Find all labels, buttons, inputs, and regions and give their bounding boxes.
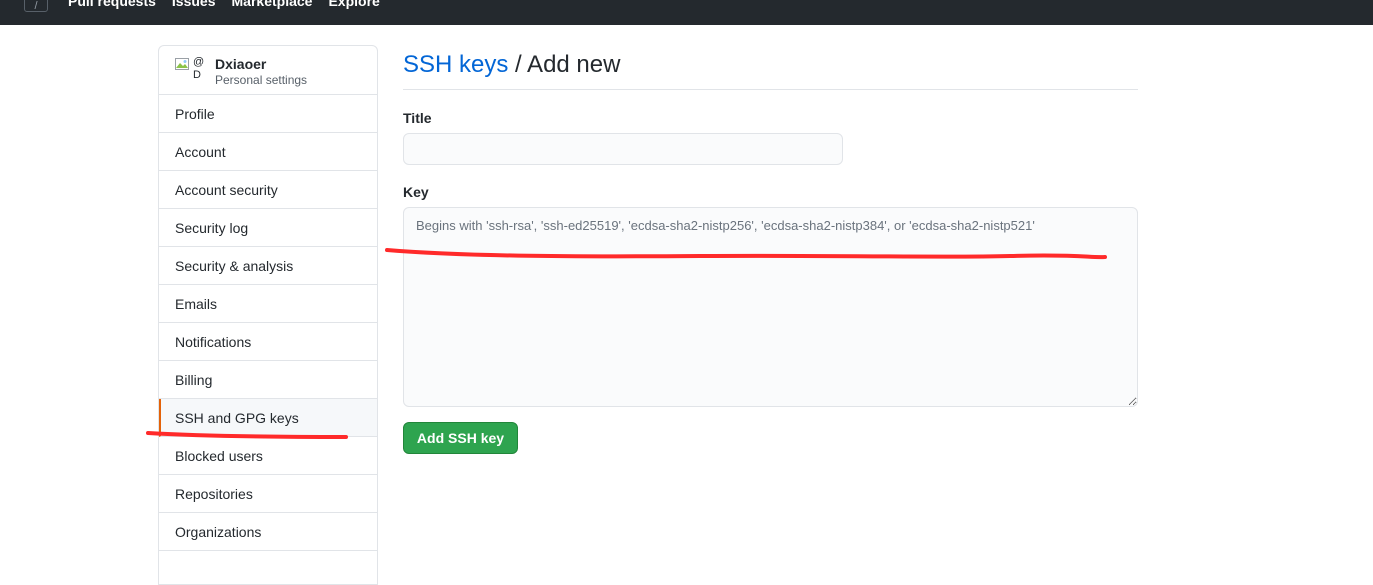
sidebar-item-blocked-users[interactable]: Blocked users xyxy=(159,437,377,475)
nav-explore[interactable]: Explore xyxy=(328,0,379,9)
title-input[interactable] xyxy=(403,133,843,165)
avatar-alt-text-line1: @ xyxy=(193,56,205,68)
user-header: @ D Dxiaoer Personal settings xyxy=(159,46,377,95)
broken-image-icon xyxy=(175,58,189,70)
key-textarea[interactable] xyxy=(403,207,1138,407)
breadcrumb-ssh-keys-link[interactable]: SSH keys xyxy=(403,51,508,78)
add-ssh-key-button[interactable]: Add SSH key xyxy=(403,422,518,454)
user-name[interactable]: Dxiaoer xyxy=(215,56,266,72)
avatar-alt-text-line2: D xyxy=(193,69,201,81)
nav-issues[interactable]: Issues xyxy=(172,0,216,9)
breadcrumb-current: / Add new xyxy=(508,51,621,78)
sidebar-item-security-log[interactable]: Security log xyxy=(159,209,377,247)
settings-sidebar: @ D Dxiaoer Personal settings Profile Ac… xyxy=(158,45,378,585)
nav-marketplace[interactable]: Marketplace xyxy=(232,0,313,9)
user-subtitle: Personal settings xyxy=(215,73,308,87)
sidebar-item-account[interactable]: Account xyxy=(159,133,377,171)
main-content: SSH keys / Add new Title Key Add SSH key xyxy=(403,45,1138,454)
sidebar-item-cut-off[interactable] xyxy=(159,551,377,584)
sidebar-item-repositories[interactable]: Repositories xyxy=(159,475,377,513)
sidebar-item-account-security[interactable]: Account security xyxy=(159,171,377,209)
search-shortcut-icon[interactable]: / xyxy=(24,0,48,12)
key-label: Key xyxy=(403,184,429,200)
sidebar-item-security-analysis[interactable]: Security & analysis xyxy=(159,247,377,285)
sidebar-item-profile[interactable]: Profile xyxy=(159,95,377,133)
sidebar-item-notifications[interactable]: Notifications xyxy=(159,323,377,361)
header-nav: Pull requests Issues Marketplace Explore xyxy=(68,0,380,9)
page-title: SSH keys / Add new xyxy=(403,45,1138,90)
sidebar-item-ssh-gpg-keys[interactable]: SSH and GPG keys xyxy=(159,399,377,437)
title-label: Title xyxy=(403,110,432,126)
header-bar: / Pull requests Issues Marketplace Explo… xyxy=(0,0,1373,25)
sidebar-item-billing[interactable]: Billing xyxy=(159,361,377,399)
avatar[interactable]: @ D xyxy=(175,56,205,84)
sidebar-item-organizations[interactable]: Organizations xyxy=(159,513,377,551)
sidebar-item-emails[interactable]: Emails xyxy=(159,285,377,323)
nav-pull-requests[interactable]: Pull requests xyxy=(68,0,156,9)
